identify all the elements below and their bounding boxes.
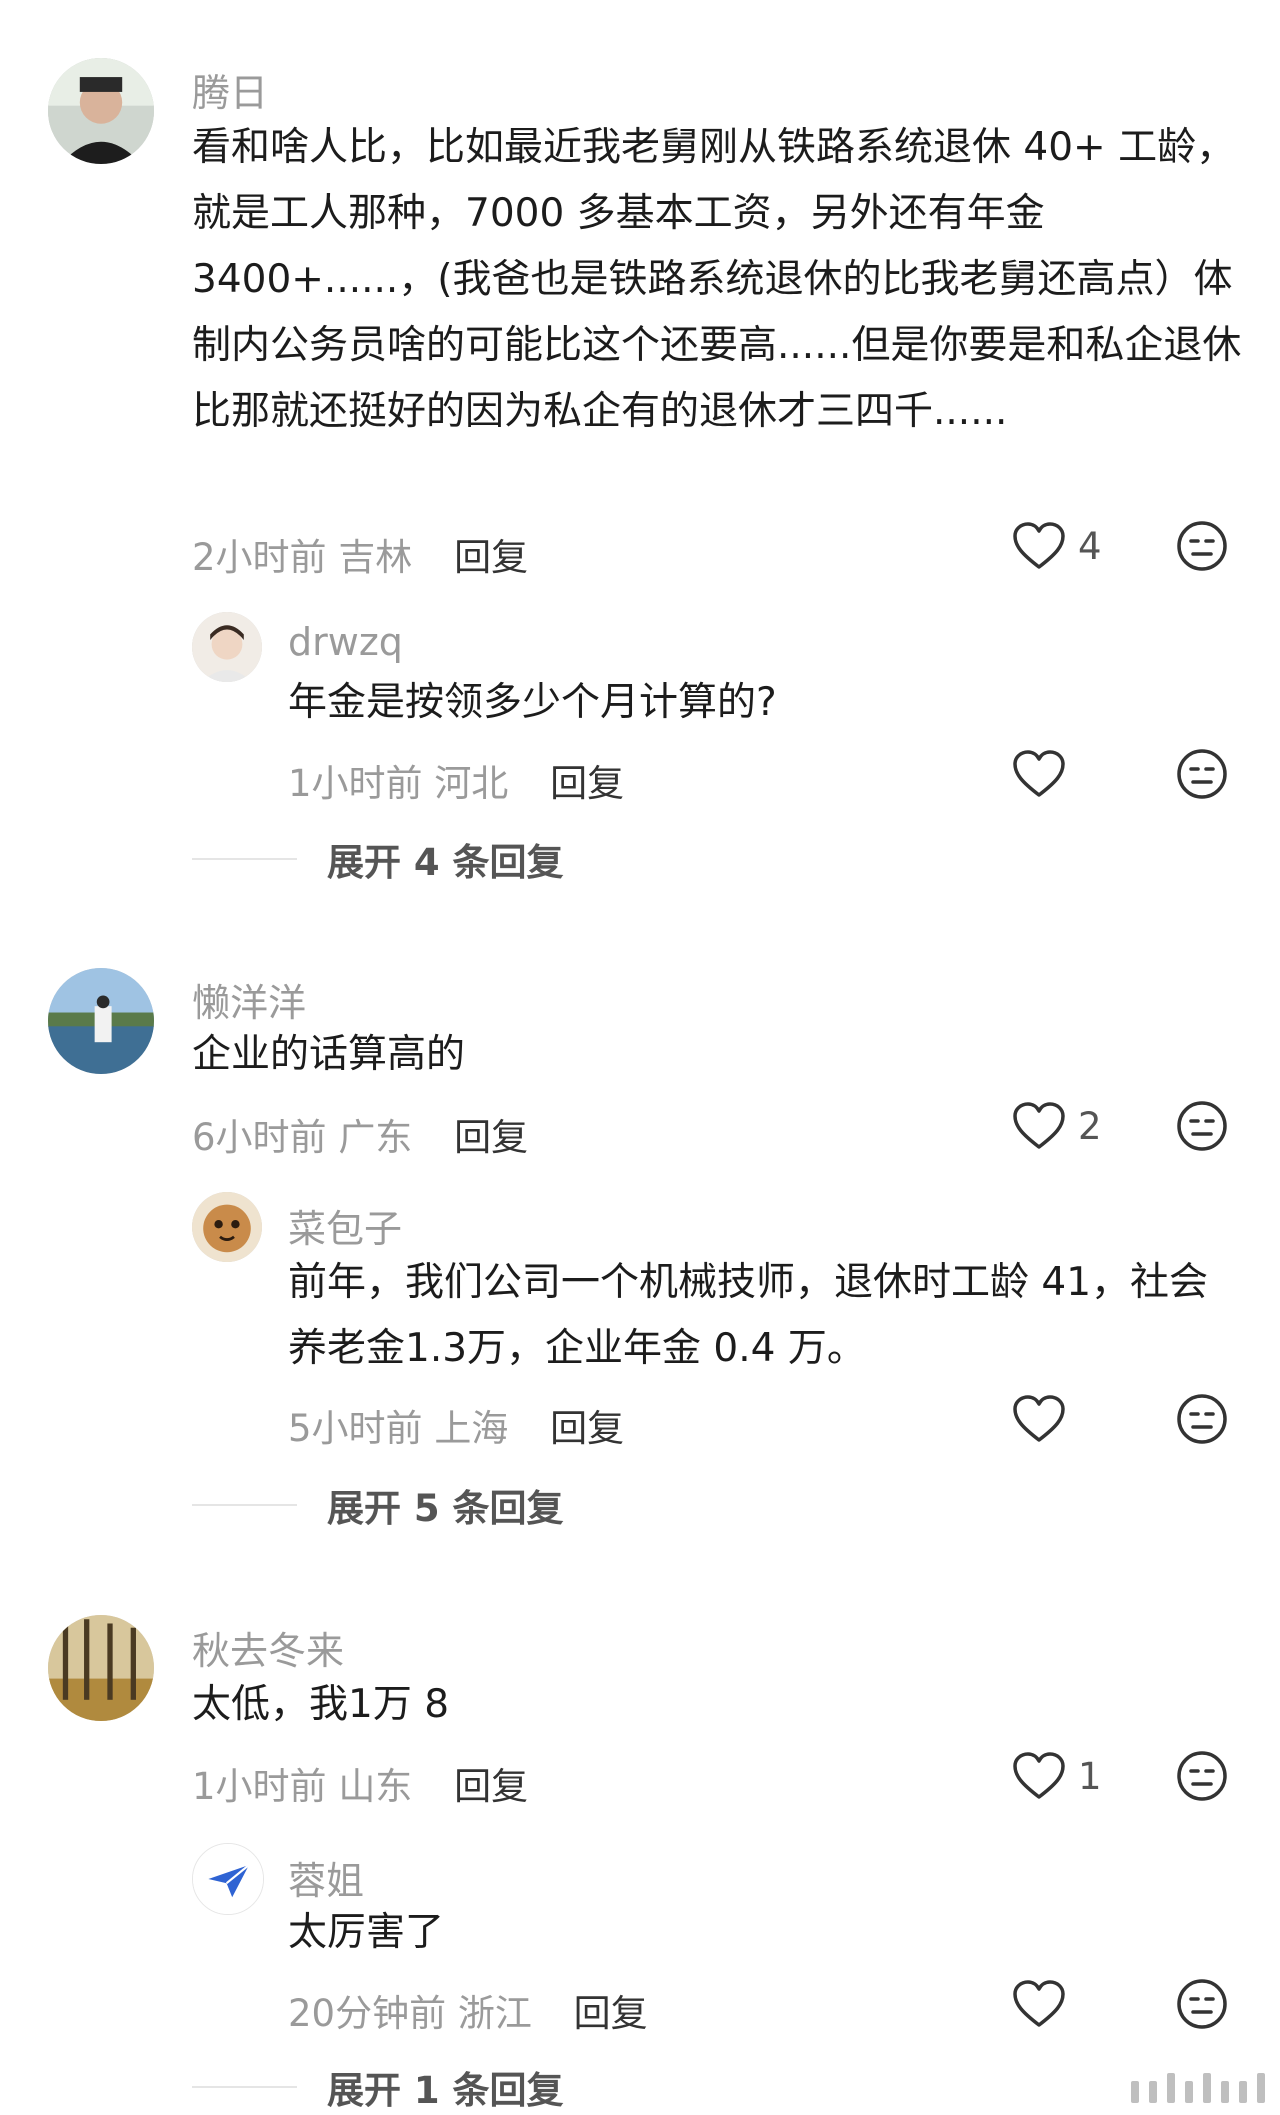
reply-button[interactable]: 回复 — [550, 1407, 624, 1450]
paper-plane-icon — [193, 1844, 263, 1914]
comment-time: 1小时前 — [192, 1765, 327, 1808]
reply-meta: 5小时前 上海 回复 — [288, 1398, 624, 1452]
comment-time: 2小时前 — [192, 536, 327, 579]
avatar[interactable] — [192, 1192, 262, 1262]
avatar[interactable] — [192, 612, 262, 682]
comment-text: 太低，我1万 8 — [192, 1682, 450, 1727]
like-count: 1 — [1078, 1754, 1102, 1798]
comment-location: 山东 — [338, 1765, 413, 1808]
neutral-face-icon[interactable] — [1176, 1750, 1228, 1802]
reply-text: 年金是按领多少个月计算的? — [288, 680, 777, 725]
divider — [192, 858, 297, 860]
comment-location: 广东 — [338, 1116, 413, 1159]
reply-location: 上海 — [434, 1407, 509, 1450]
like-count: 4 — [1078, 524, 1102, 568]
comment-username[interactable]: 秋去冬来 — [192, 1620, 344, 1675]
reply-username[interactable]: drwzq — [288, 620, 403, 664]
divider — [192, 1504, 297, 1506]
reply-location: 河北 — [434, 762, 509, 805]
comment-meta: 2小时前 吉林 回复 — [192, 527, 528, 581]
like-button[interactable] — [1012, 750, 1066, 798]
reply-username[interactable]: 蓉姐 — [288, 1850, 364, 1905]
divider — [192, 2086, 297, 2088]
reply-button[interactable]: 回复 — [550, 762, 624, 805]
reply-time: 5小时前 — [288, 1407, 423, 1450]
expand-replies-button[interactable]: 展开 4 条回复 — [192, 832, 564, 886]
comment-username[interactable]: 腾日 — [192, 62, 268, 117]
reply-location: 浙江 — [457, 1992, 532, 2035]
comment-location: 吉林 — [338, 536, 413, 579]
heart-outline-icon — [1013, 750, 1065, 797]
heart-outline-icon — [1013, 522, 1065, 569]
avatar[interactable] — [48, 1615, 154, 1721]
heart-outline-icon — [1013, 1102, 1065, 1149]
like-count: 2 — [1078, 1104, 1102, 1148]
reply-button[interactable]: 回复 — [454, 1765, 528, 1808]
comment-list: 腾日 看和啥人比，比如最近我老舅刚从铁路系统退休 40+ 工龄，就是工人那种，7… — [0, 0, 1280, 2115]
reply-time: 1小时前 — [288, 762, 423, 805]
expand-replies-button[interactable]: 展开 1 条回复 — [192, 2060, 564, 2114]
like-button[interactable] — [1012, 1980, 1066, 2028]
heart-outline-icon — [1013, 1752, 1065, 1799]
like-button[interactable]: 2 — [1012, 1102, 1102, 1150]
comment-username[interactable]: 懒洋洋 — [192, 972, 306, 1027]
comment-text: 企业的话算高的 — [192, 1032, 466, 1077]
comment-meta: 1小时前 山东 回复 — [192, 1756, 528, 1810]
watermark-logo — [1131, 2073, 1265, 2103]
like-button[interactable] — [1012, 1395, 1066, 1443]
reply-meta: 1小时前 河北 回复 — [288, 753, 624, 807]
like-button[interactable]: 1 — [1012, 1752, 1102, 1800]
heart-outline-icon — [1013, 1395, 1065, 1442]
reply-username[interactable]: 菜包子 — [288, 1198, 402, 1253]
neutral-face-icon[interactable] — [1176, 520, 1228, 572]
reply-text: 太厉害了 — [288, 1910, 445, 1955]
avatar[interactable] — [48, 968, 154, 1074]
reply-time: 20分钟前 — [288, 1992, 447, 2035]
reply-meta: 20分钟前 浙江 回复 — [288, 1983, 648, 2037]
comment-time: 6小时前 — [192, 1116, 327, 1159]
neutral-face-icon[interactable] — [1176, 748, 1228, 800]
expand-replies-label: 展开 5 条回复 — [327, 1487, 564, 1530]
like-button[interactable]: 4 — [1012, 522, 1102, 570]
heart-outline-icon — [1013, 1980, 1065, 2027]
avatar[interactable] — [192, 1843, 264, 1915]
reply-button[interactable]: 回复 — [574, 1992, 648, 2035]
comment-text: 看和啥人比，比如最近我老舅刚从铁路系统退休 40+ 工龄，就是工人那种，7000… — [192, 125, 1242, 434]
avatar[interactable] — [48, 58, 154, 164]
reply-text: 前年，我们公司一个机械技师，退休时工龄 41，社会养老金1.3万，企业年金 0.… — [288, 1260, 1209, 1371]
expand-replies-button[interactable]: 展开 5 条回复 — [192, 1478, 564, 1532]
expand-replies-label: 展开 1 条回复 — [327, 2069, 564, 2112]
expand-replies-label: 展开 4 条回复 — [327, 841, 564, 884]
reply-button[interactable]: 回复 — [454, 536, 528, 579]
neutral-face-icon[interactable] — [1176, 1393, 1228, 1445]
comment-meta: 6小时前 广东 回复 — [192, 1107, 528, 1161]
neutral-face-icon[interactable] — [1176, 1100, 1228, 1152]
neutral-face-icon[interactable] — [1176, 1978, 1228, 2030]
reply-button[interactable]: 回复 — [454, 1116, 528, 1159]
